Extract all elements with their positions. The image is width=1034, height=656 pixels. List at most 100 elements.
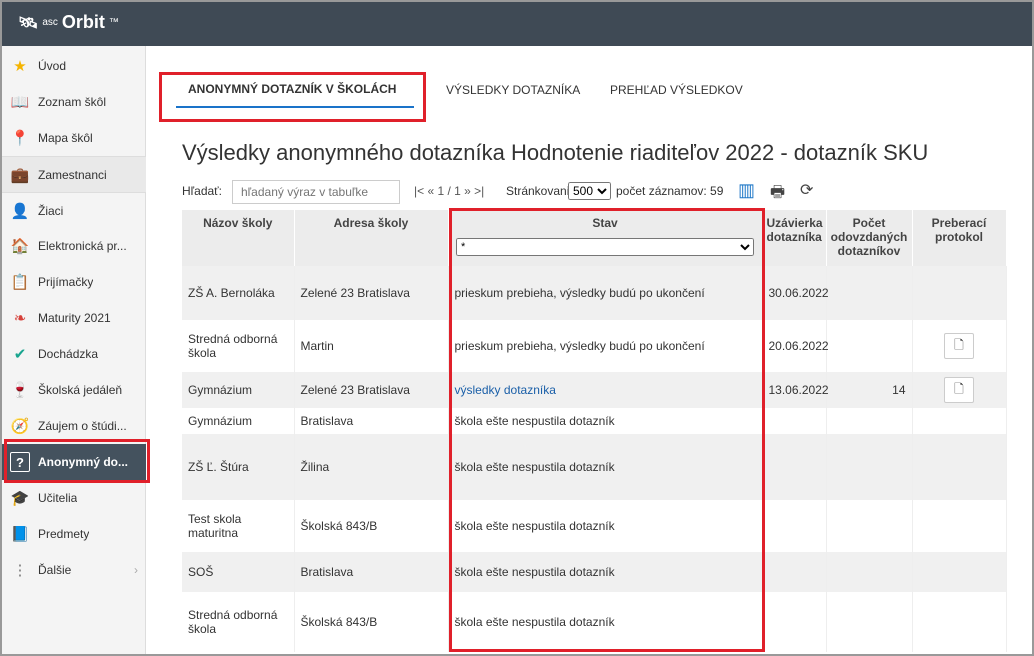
sidebar-item-elektronicka[interactable]: 🏠 Elektronická pr...: [2, 228, 146, 264]
col-header-uzavierka[interactable]: Uzávierka dotazníka: [762, 210, 827, 266]
sidebar-item-maturity[interactable]: ❧ Maturity 2021: [2, 300, 146, 336]
app-logo[interactable]: 🛰 asc Orbit ™: [18, 12, 119, 33]
student-icon: 👤: [10, 202, 30, 220]
highlight-tab: [159, 72, 426, 122]
chevron-right-icon: ›: [134, 563, 138, 577]
check-badge-icon: ✔: [13, 346, 27, 363]
tab-prehlad[interactable]: PREHĽAD VÝSLEDKOV: [610, 72, 743, 108]
cell-adresa: Martin: [294, 320, 449, 372]
sidebar-item-mapa-skol[interactable]: 📍 Mapa škôl: [2, 120, 146, 156]
cell-protokol: 🗋: [912, 320, 1007, 372]
sidebar-item-label: Zamestnanci: [38, 167, 107, 182]
sidebar-item-zamestnanci[interactable]: 💼 Zamestnanci: [2, 156, 146, 192]
highlight-sidebar: [4, 439, 150, 483]
cell-adresa: Školská 843/B: [294, 592, 449, 652]
protocol-button[interactable]: 🗋: [944, 377, 974, 403]
sidebar-item-label: Úvod: [38, 59, 67, 73]
sidebar-item-prijimacky[interactable]: 📋 Prijímačky: [2, 264, 146, 300]
cell-pocet: [826, 592, 913, 652]
cell-uzavierka: [762, 552, 827, 592]
print-icon[interactable]: 🖶: [770, 181, 785, 208]
document-icon: 🗋: [954, 337, 964, 352]
sidebar-item-dalsie[interactable]: ⋮ Ďalšie ›: [2, 552, 146, 588]
compass-icon: 🧭: [10, 418, 30, 435]
sidebar-item-label: Školská jedáleň: [38, 383, 123, 397]
pager-nav[interactable]: |< « 1 / 1 » >|: [414, 184, 484, 198]
tab-vysledky[interactable]: VÝSLEDKY DOTAZNÍKA: [446, 72, 580, 108]
cell-adresa: Školská 843/B: [294, 500, 449, 552]
search-input[interactable]: [232, 180, 400, 204]
cell-uzavierka: 13.06.2022: [762, 372, 829, 408]
sidebar-item-uvod[interactable]: ★ Úvod: [2, 48, 146, 84]
sidebar-item-label: Učitelia: [38, 491, 78, 505]
cell-nazov: Stredná odborná škola: [182, 592, 295, 652]
sidebar-item-label: Predmety: [38, 527, 90, 541]
cell-protokol: [912, 500, 1007, 552]
sidebar-item-dochadzka[interactable]: ✔ Dochádzka: [2, 336, 146, 372]
clipboard-icon: 📋: [10, 274, 30, 291]
cell-pocet: [826, 408, 913, 434]
cell-uzavierka: 20.06.2022: [762, 320, 829, 372]
sidebar-item-label: Ďalšie: [38, 563, 72, 577]
sidebar-item-label: Prijímačky: [38, 275, 94, 289]
sidebar-item-ucitelia[interactable]: 🎓 Učitelia: [2, 480, 146, 516]
logo-prefix: asc: [42, 17, 58, 28]
sidebar-item-label: Dochádzka: [38, 347, 99, 361]
cell-pocet: [826, 500, 913, 552]
col-header-adresa[interactable]: Adresa školy: [294, 210, 449, 266]
columns-icon[interactable]: ▥: [738, 180, 755, 201]
sidebar: ★ Úvod 📖 Zoznam škôl 📍 Mapa škôl 💼 Zamestnan…: [2, 46, 146, 654]
cell-uzavierka: 30.06.2022: [762, 266, 829, 320]
sidebar-item-ziaci[interactable]: 👤 Žiaci: [2, 192, 146, 228]
star-icon: ★: [13, 58, 27, 75]
cell-nazov: Stredná odborná škola: [182, 320, 295, 372]
cell-uzavierka: [762, 408, 827, 434]
cell-uzavierka: [762, 592, 827, 652]
graduation-icon: 🎓: [10, 490, 30, 507]
protocol-button[interactable]: 🗋: [944, 333, 974, 359]
notebook-icon: 📘: [10, 526, 30, 543]
home-gear-icon: 🏠: [10, 238, 30, 255]
sidebar-item-zoznam-skol[interactable]: 📖 Zoznam škôl: [2, 84, 146, 120]
cell-nazov: ZŠ Ľ. Štúra: [182, 434, 295, 500]
cell-adresa: Bratislava: [294, 408, 449, 434]
briefcase-icon: 💼: [10, 166, 30, 184]
cell-protokol: 🗋: [912, 372, 1007, 408]
cell-pocet: [826, 266, 913, 320]
sidebar-item-jedalen[interactable]: 🍷 Školská jedáleň: [2, 372, 146, 408]
leaf-icon: ❧: [13, 310, 27, 327]
more-icon: ⋮: [12, 562, 28, 579]
cell-adresa: Zelené 23 Bratislava: [294, 266, 449, 320]
refresh-icon[interactable]: ⟳: [800, 180, 813, 200]
col-header-pocet[interactable]: Počet odovzdaných dotazníkov: [826, 210, 913, 266]
cell-nazov: ZŠ A. Bernoláka: [182, 266, 295, 320]
cell-nazov: SOŠ: [182, 552, 295, 592]
page-title: Výsledky anonymného dotazníka Hodnotenie…: [182, 140, 929, 165]
cell-uzavierka: [762, 500, 827, 552]
cell-adresa: Zelené 23 Bratislava: [294, 372, 449, 408]
search-label: Hľadať:: [182, 184, 223, 198]
col-header-protokol[interactable]: Preberací protokol: [912, 210, 1007, 266]
paging-select[interactable]: 500: [568, 182, 611, 200]
logo-tm: ™: [108, 17, 119, 28]
satellite-icon: 🛰: [18, 14, 39, 32]
col-header-nazov[interactable]: Názov školy: [182, 210, 295, 266]
cell-pocet: 14: [826, 372, 913, 408]
toolbar: Hľadať: |< « 1 / 1 » >| Stránkovanie: 50…: [182, 180, 1002, 204]
top-bar: 🛰 asc Orbit ™: [2, 2, 1032, 46]
cell-protokol: [912, 552, 1007, 592]
cell-protokol: [912, 592, 1007, 652]
cell-adresa: Bratislava: [294, 552, 449, 592]
highlight-status-column: [449, 208, 765, 652]
sidebar-item-label: Elektronická pr...: [38, 239, 127, 253]
cell-adresa: Žilina: [294, 434, 449, 500]
cell-uzavierka: [762, 434, 827, 500]
cell-nazov: Gymnázium: [182, 372, 295, 408]
app-frame: 🛰 asc Orbit ™ ★ Úvod 📖 Zoznam škôl 📍 Mapa š…: [0, 0, 1034, 656]
cell-protokol: [912, 434, 1007, 500]
cell-nazov: Gymnázium: [182, 408, 295, 434]
sidebar-item-label: Žiaci: [38, 203, 64, 218]
logo-name: Orbit: [61, 12, 105, 32]
sidebar-item-predmety[interactable]: 📘 Predmety: [2, 516, 146, 552]
cell-protokol: [912, 408, 1007, 434]
